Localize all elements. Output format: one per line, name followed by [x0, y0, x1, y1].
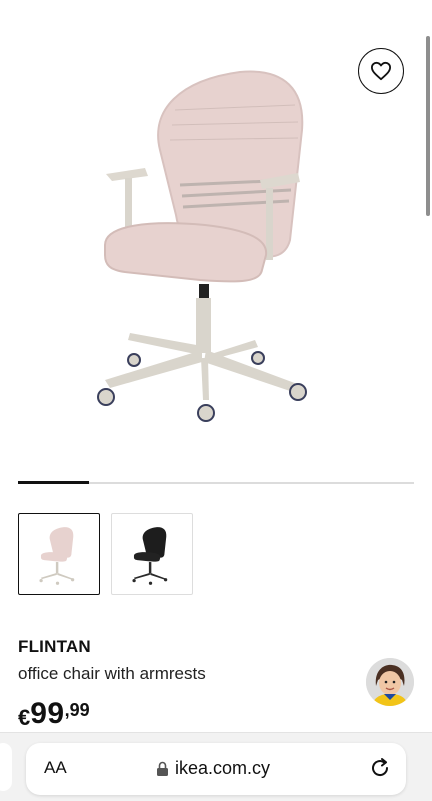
text-size-button[interactable]: AA: [44, 758, 67, 778]
price-decimal: ,99: [64, 700, 90, 720]
previous-tab-edge[interactable]: [0, 743, 12, 791]
product-image-area[interactable]: [0, 0, 432, 470]
thumbnail-beige-chair[interactable]: [18, 513, 100, 595]
price-currency: €: [18, 705, 31, 730]
scroll-indicator: [426, 36, 430, 216]
product-description: office chair with armrests: [18, 664, 206, 683]
gallery-progress: [18, 481, 414, 484]
heart-icon: [370, 61, 391, 81]
product-name: FLINTAN: [18, 637, 91, 656]
url-display[interactable]: ikea.com.cy: [156, 758, 270, 779]
url-text: ikea.com.cy: [175, 758, 271, 778]
assistant-avatar[interactable]: [366, 658, 414, 706]
favourite-button[interactable]: [358, 48, 404, 94]
address-bar[interactable]: AA ikea.com.cy: [26, 743, 406, 795]
gallery-progress-fill: [18, 481, 90, 484]
product-price: € 99 ,99: [18, 697, 90, 731]
thumbnail-black-chair[interactable]: [111, 513, 193, 595]
reload-icon[interactable]: [368, 756, 392, 780]
browser-toolbar: AA ikea.com.cy: [0, 732, 432, 801]
assistant-avatar-image: [366, 658, 414, 706]
thumbnail-image: [132, 527, 168, 585]
lock-icon: [157, 761, 168, 776]
product-image: [97, 70, 307, 422]
thumbnail-image: [39, 527, 75, 585]
price-integer: 99: [30, 697, 65, 730]
